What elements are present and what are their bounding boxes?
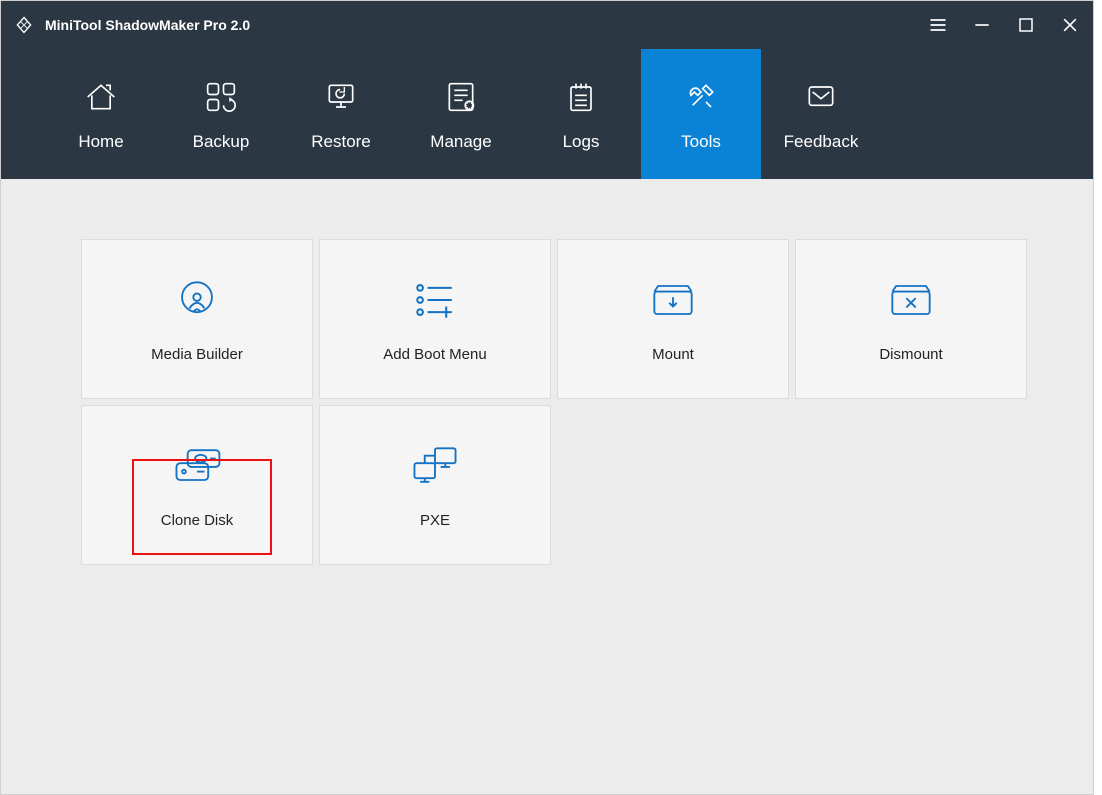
add-boot-menu-icon [407,276,463,324]
tool-label: Media Builder [151,346,243,363]
app-logo-icon [13,14,35,36]
manage-icon [440,76,482,118]
feedback-icon [800,76,842,118]
tool-label: Mount [652,346,694,363]
tool-label: Dismount [879,346,942,363]
tool-mount[interactable]: Mount [557,239,789,399]
nav-label: Tools [681,132,721,152]
dismount-icon [883,276,939,324]
app-window: MiniTool ShadowMaker Pro 2.0 Ho [0,0,1094,795]
menu-icon[interactable] [927,14,949,36]
pxe-icon [407,442,463,490]
tools-grid: Media Builder Add Boot Menu [81,239,1013,565]
title-bar: MiniTool ShadowMaker Pro 2.0 [1,1,1093,49]
nav-manage[interactable]: Manage [401,49,521,179]
nav-label: Restore [311,132,371,152]
media-builder-icon [169,276,225,324]
tool-pxe[interactable]: PXE [319,405,551,565]
nav-home[interactable]: Home [41,49,161,179]
tool-label: PXE [420,512,450,529]
nav-label: Feedback [784,132,859,152]
minimize-icon[interactable] [971,14,993,36]
mount-icon [645,276,701,324]
backup-icon [200,76,242,118]
tool-dismount[interactable]: Dismount [795,239,1027,399]
restore-icon [320,76,362,118]
highlight-box [132,459,272,555]
nav-label: Backup [193,132,250,152]
home-icon [80,76,122,118]
nav-tools[interactable]: Tools [641,49,761,179]
app-title: MiniTool ShadowMaker Pro 2.0 [45,17,250,33]
tools-panel: Media Builder Add Boot Menu [1,179,1093,794]
nav-label: Manage [430,132,491,152]
main-nav: Home Backup Restore [1,49,1093,179]
window-controls [927,14,1081,36]
tool-clone-disk[interactable]: Clone Disk [81,405,313,565]
logs-icon [560,76,602,118]
nav-backup[interactable]: Backup [161,49,281,179]
nav-label: Home [78,132,123,152]
tool-add-boot-menu[interactable]: Add Boot Menu [319,239,551,399]
close-icon[interactable] [1059,14,1081,36]
nav-logs[interactable]: Logs [521,49,641,179]
nav-label: Logs [563,132,600,152]
nav-feedback[interactable]: Feedback [761,49,881,179]
tools-icon [680,76,722,118]
maximize-icon[interactable] [1015,14,1037,36]
tool-label: Add Boot Menu [383,346,486,363]
nav-restore[interactable]: Restore [281,49,401,179]
tool-media-builder[interactable]: Media Builder [81,239,313,399]
